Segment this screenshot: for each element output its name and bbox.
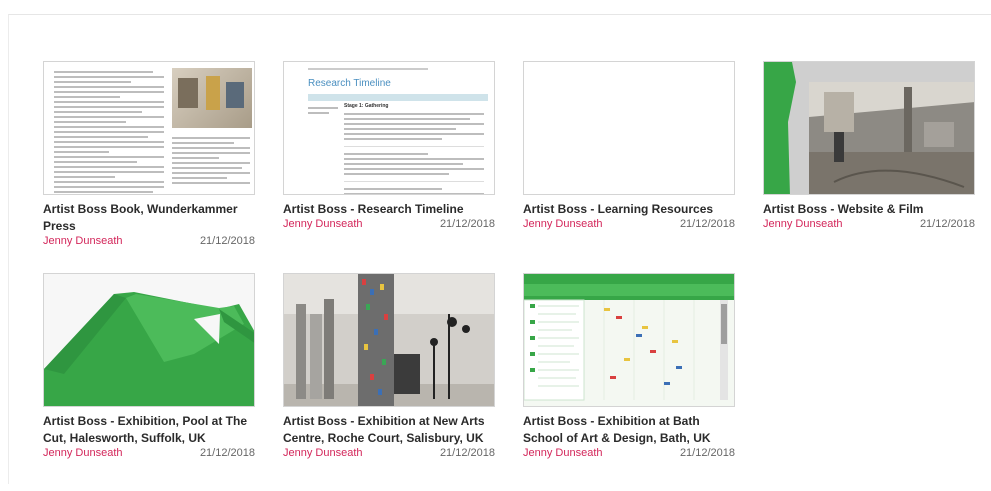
- gallery-card[interactable]: Artist Boss - Learning Resources Jenny D…: [523, 61, 735, 231]
- gallery-card[interactable]: Artist Boss - Website & Film Jenny Dunse…: [763, 61, 975, 231]
- card-author[interactable]: Jenny Dunseath: [523, 217, 603, 231]
- doc-header-line: [308, 68, 428, 70]
- card-date: 21/12/2018: [679, 447, 735, 459]
- card-thumbnail-timeline[interactable]: [523, 273, 735, 407]
- timeline-chart-screenshot: [524, 274, 734, 406]
- card-title[interactable]: Artist Boss - Exhibition at New Arts Cen…: [283, 413, 495, 447]
- card-thumbnail-document[interactable]: Research Timeline Stage 1: Gathering: [283, 61, 495, 195]
- doc-table-header: [308, 94, 488, 101]
- workshop-photo: [764, 62, 974, 194]
- doc-date-column: [308, 104, 338, 117]
- green-sculpture-photo: [44, 274, 254, 406]
- card-meta: Jenny Dunseath 21/12/2018: [523, 446, 735, 460]
- card-date: 21/12/2018: [199, 447, 255, 459]
- gallery-card[interactable]: Research Timeline Stage 1: Gathering Art…: [283, 61, 495, 231]
- card-meta: Jenny Dunseath 21/12/2018: [43, 234, 255, 248]
- text-column-right: [172, 134, 250, 187]
- card-date: 21/12/2018: [439, 218, 495, 230]
- card-author[interactable]: Jenny Dunseath: [283, 217, 363, 231]
- card-author[interactable]: Jenny Dunseath: [43, 446, 123, 460]
- card-meta: Jenny Dunseath 21/12/2018: [283, 446, 495, 460]
- card-date: 21/12/2018: [679, 218, 735, 230]
- card-author[interactable]: Jenny Dunseath: [763, 217, 843, 231]
- gallery-photo: [284, 274, 494, 406]
- card-author[interactable]: Jenny Dunseath: [523, 446, 603, 460]
- card-title[interactable]: Artist Boss - Research Timeline: [283, 201, 495, 218]
- card-title[interactable]: Artist Boss - Exhibition at Bath School …: [523, 413, 735, 447]
- card-meta: Jenny Dunseath 21/12/2018: [283, 217, 495, 231]
- gallery-card[interactable]: Artist Boss - Exhibition, Pool at The Cu…: [43, 273, 255, 460]
- card-title[interactable]: Artist Boss - Learning Resources: [523, 201, 735, 218]
- card-meta: Jenny Dunseath 21/12/2018: [763, 217, 975, 231]
- card-thumbnail-workshop[interactable]: [763, 61, 975, 195]
- card-title[interactable]: Artist Boss Book, Wunderkammer Press: [43, 201, 255, 235]
- gallery-card[interactable]: Artist Boss Book, Wunderkammer Press Jen…: [43, 61, 255, 248]
- card-thumbnail-green-sculpture[interactable]: [43, 273, 255, 407]
- card-date: 21/12/2018: [439, 447, 495, 459]
- card-title[interactable]: Artist Boss - Exhibition, Pool at The Cu…: [43, 413, 255, 447]
- text-column-left: [54, 68, 164, 194]
- gallery-card[interactable]: Artist Boss - Exhibition at New Arts Cen…: [283, 273, 495, 460]
- card-title[interactable]: Artist Boss - Website & Film: [763, 201, 975, 218]
- card-meta: Jenny Dunseath 21/12/2018: [43, 446, 255, 460]
- card-date: 21/12/2018: [919, 218, 975, 230]
- card-date: 21/12/2018: [199, 235, 255, 247]
- doc-body-text: [344, 110, 484, 194]
- card-thumbnail-gallery[interactable]: [283, 273, 495, 407]
- card-thumbnail-book[interactable]: [43, 61, 255, 195]
- card-author[interactable]: Jenny Dunseath: [283, 446, 363, 460]
- gallery-card[interactable]: Artist Boss - Exhibition at Bath School …: [523, 273, 735, 460]
- doc-heading: Research Timeline: [308, 78, 391, 89]
- card-author[interactable]: Jenny Dunseath: [43, 234, 123, 248]
- card-thumbnail-blank[interactable]: [523, 61, 735, 195]
- card-meta: Jenny Dunseath 21/12/2018: [523, 217, 735, 231]
- doc-table-subhead: Stage 1: Gathering: [344, 103, 389, 109]
- book-photo: [172, 68, 252, 128]
